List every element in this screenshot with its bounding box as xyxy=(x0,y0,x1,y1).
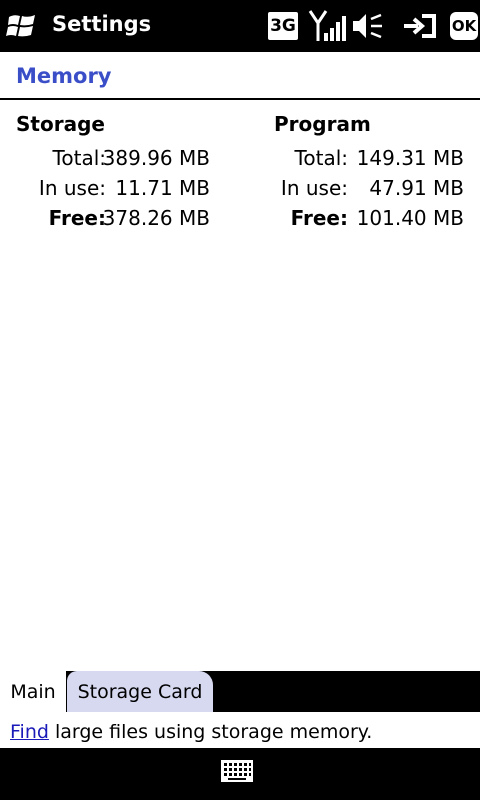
program-total-value: 149.31 MB xyxy=(356,146,464,170)
storage-inuse-row: In use: 11.71 MB xyxy=(16,172,216,202)
softkey-bar xyxy=(0,748,480,800)
find-link[interactable]: Find xyxy=(10,721,49,743)
windows-logo-icon[interactable] xyxy=(6,10,38,42)
ok-button[interactable]: OK xyxy=(450,12,478,40)
storage-heading: Storage xyxy=(16,112,105,136)
storage-total-value: 389.96 MB xyxy=(102,146,210,170)
speaker-muted-icon[interactable] xyxy=(350,10,384,42)
program-inuse-row: In use: 47.91 MB xyxy=(274,172,470,202)
title-bar: Settings 3G OK xyxy=(0,0,480,52)
program-free-label: Free: xyxy=(290,206,348,230)
storage-free-label: Free: xyxy=(48,206,106,230)
program-memory-panel: Program Total: 149.31 MB In use: 47.91 M… xyxy=(274,112,470,232)
help-text: Find large files using storage memory. xyxy=(0,712,480,748)
program-free-row: Free: 101.40 MB xyxy=(274,202,470,232)
storage-memory-panel: Storage Total: 389.96 MB In use: 11.71 M… xyxy=(16,112,216,232)
app-title: Settings xyxy=(52,12,152,36)
storage-free-row: Free: 378.26 MB xyxy=(16,202,216,232)
keyboard-icon[interactable] xyxy=(220,759,254,783)
program-total-label: Total: xyxy=(294,146,348,170)
program-heading: Program xyxy=(274,112,371,136)
data-connection-icon[interactable] xyxy=(400,10,440,42)
storage-inuse-value: 11.71 MB xyxy=(115,176,210,200)
page-title: Memory xyxy=(16,64,112,88)
network-type-badge: 3G xyxy=(268,12,298,40)
help-description: large files using storage memory. xyxy=(48,721,373,743)
section-header: Memory xyxy=(0,52,480,100)
program-total-row: Total: 149.31 MB xyxy=(274,142,470,172)
tab-main[interactable]: Main xyxy=(0,671,66,712)
program-free-value: 101.40 MB xyxy=(356,206,464,230)
tab-bar: Main Storage Card xyxy=(0,671,480,712)
storage-inuse-label: In use: xyxy=(38,176,106,200)
program-inuse-value: 47.91 MB xyxy=(369,176,464,200)
signal-strength-icon[interactable] xyxy=(308,9,346,43)
tab-storage-card[interactable]: Storage Card xyxy=(67,671,213,712)
storage-total-row: Total: 389.96 MB xyxy=(16,142,216,172)
storage-free-value: 378.26 MB xyxy=(102,206,210,230)
storage-total-label: Total: xyxy=(52,146,106,170)
program-inuse-label: In use: xyxy=(280,176,348,200)
